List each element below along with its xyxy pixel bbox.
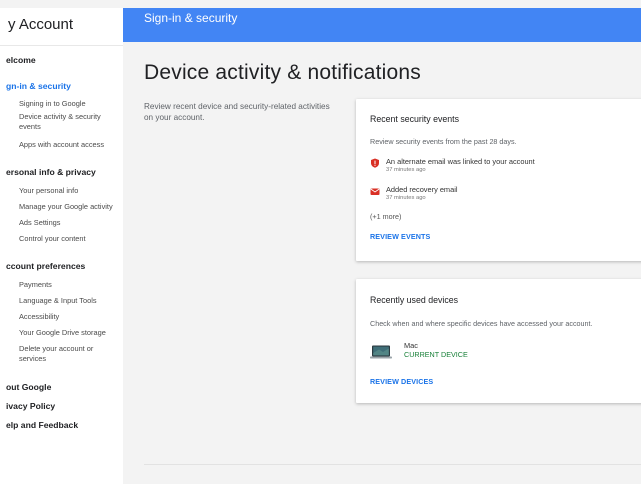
sidebar-item-ads-settings[interactable]: Ads Settings [19,218,119,228]
device-status: CURRENT DEVICE [404,350,468,359]
security-card-title: Recent security events [370,114,459,124]
more-events-count: (+1 more) [370,212,402,221]
sidebar-item-payments[interactable]: Payments [19,280,119,290]
device-name: Mac [404,341,418,350]
sidebar-item-language-input[interactable]: Language & Input Tools [19,296,119,306]
sidebar-item-control-content[interactable]: Control your content [19,234,119,244]
page-title: Device activity & notifications [144,61,421,84]
sidebar-section-account-preferences[interactable]: ccount preferences [6,261,85,271]
devices-card-subtitle: Check when and where specific devices ha… [370,319,593,328]
sidebar-item-apps-access[interactable]: Apps with account access [19,140,119,150]
sidebar-title[interactable]: y Account [0,10,123,46]
security-event[interactable]: An alternate email was linked to your ac… [370,157,630,179]
header-title: Sign-in & security [144,11,238,25]
account-page: y Account elcome gn-in & security Signin… [0,0,641,484]
page-description: Review recent device and security-relate… [144,102,330,122]
security-events-card: Recent security events Review security e… [356,99,641,261]
review-events-button[interactable]: REVIEW EVENTS [370,232,430,241]
devices-card-title: Recently used devices [370,295,459,305]
sidebar-item-signing-in[interactable]: Signing in to Google [19,99,119,109]
sidebar-item-device-activity[interactable]: Device activity & security events [19,112,119,132]
divider [144,464,641,465]
sidebar-item-drive-storage[interactable]: Your Google Drive storage [19,328,119,338]
sidebar-item-personal-info[interactable]: Your personal info [19,186,119,196]
sidebar-section-privacy-policy[interactable]: ivacy Policy [6,401,55,411]
event-title: Added recovery email [386,185,458,194]
mail-alert-icon [370,188,380,195]
sidebar-item-accessibility[interactable]: Accessibility [19,312,119,322]
sidebar-item-delete-account[interactable]: Delete your account or services [19,344,119,364]
main-content: Device activity & notifications Review r… [123,42,641,484]
security-event[interactable]: Added recovery email 37 minutes ago [370,185,630,207]
laptop-icon [370,345,392,359]
event-title: An alternate email was linked to your ac… [386,157,535,166]
event-time: 37 minutes ago [386,167,426,173]
sidebar-section-sign-in-security[interactable]: gn-in & security [6,81,71,91]
sidebar: y Account elcome gn-in & security Signin… [0,8,124,484]
event-time: 37 minutes ago [386,195,426,201]
review-devices-button[interactable]: REVIEW DEVICES [370,377,433,386]
shield-alert-icon [371,158,379,168]
recent-devices-card: Recently used devices Check when and whe… [356,279,641,403]
header-bar: Sign-in & security [123,8,641,42]
sidebar-section-about-google[interactable]: out Google [6,382,51,392]
sidebar-section-welcome[interactable]: elcome [6,55,36,65]
security-card-subtitle: Review security events from the past 28 … [370,137,517,146]
device-row[interactable]: Mac CURRENT DEVICE [370,341,570,365]
sidebar-item-google-activity[interactable]: Manage your Google activity [19,202,119,212]
sidebar-section-personal-info[interactable]: ersonal info & privacy [6,167,96,177]
sidebar-section-help-feedback[interactable]: elp and Feedback [6,420,78,430]
